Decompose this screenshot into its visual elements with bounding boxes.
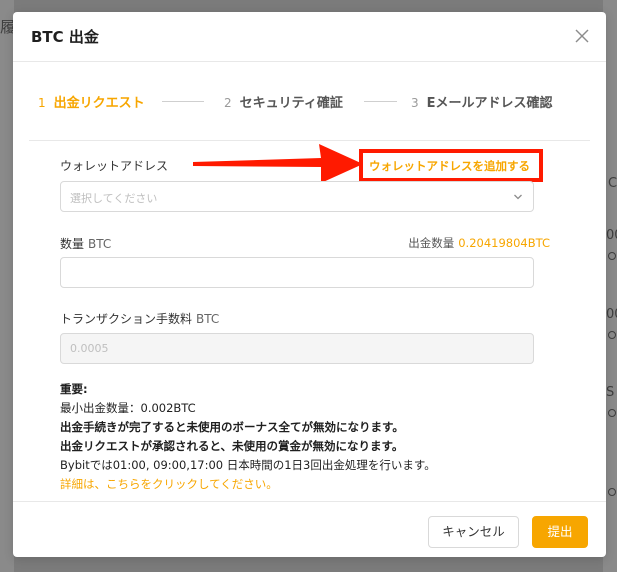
annotation-highlight-box: ウォレットアドレスを追加する [359,149,543,182]
step-connector [162,101,204,102]
note-line: 出金手続きが完了すると未使用のボーナス全てが無効になります。 [60,420,404,434]
step-number: 2 [224,96,232,110]
wallet-address-select[interactable]: 選択してください [60,181,534,212]
step-3: 3 Eメールアドレス確認 [411,92,553,111]
note-line: 最小出金数量：0.002BTC [60,401,196,415]
background-radio [608,331,616,339]
chevron-down-icon [514,194,522,200]
modal-title: BTC 出金 [31,28,99,46]
annotation-arrow [193,144,363,183]
step-label: 出金リクエスト [53,96,145,111]
fee-label: トランザクション手数料 BTC [60,310,219,327]
step-label: Eメールアドレス確認 [426,96,553,111]
notes-heading: 重要: [60,382,88,396]
step-number: 3 [411,96,419,110]
withdraw-modal: BTC 出金 1 出金リクエスト 2 セキュリティ確証 3 Eメールアドレス確認 ウォ… [13,12,606,557]
amount-unit: BTC [88,237,112,251]
available-amount-value[interactable]: 0.20419804BTC [458,236,550,250]
amount-input[interactable] [60,257,534,288]
fee-value: 0.0005 [70,342,109,355]
step-label: セキュリティ確証 [239,96,343,111]
step-2: 2 セキュリティ確証 [224,92,343,111]
note-line: 出金リクエストが承認されると、未使用の賞金が無効になります。 [60,439,404,453]
fee-label-text: トランザクション手数料 [60,312,193,326]
background-text: C [608,176,617,191]
modal-header: BTC 出金 [13,12,606,62]
available-amount: 出金数量 0.20419804BTC [408,235,550,251]
stepper: 1 出金リクエスト 2 セキュリティ確証 3 Eメールアドレス確認 [13,92,606,116]
background-radio [608,252,616,260]
details-link[interactable]: 詳細は、こちらをクリックしてください。 [60,475,560,494]
background-text: 00 [606,307,617,322]
amount-label: 数量 BTC [60,235,111,252]
background-radio [608,409,616,417]
submit-button[interactable]: 提出 [532,516,588,548]
background-text: 00 [606,228,617,243]
modal-footer: キャンセル 提出 [13,501,606,557]
close-icon[interactable] [572,26,592,46]
background-radio [608,488,616,496]
select-placeholder: 選択してください [70,192,158,205]
background-page-left [0,0,14,572]
background-text: S [606,385,615,400]
important-notes: 重要: 最小出金数量：0.002BTC 出金手続きが完了すると未使用のボーナス全… [60,380,560,494]
available-amount-label: 出金数量 [408,236,455,250]
step-number: 1 [38,96,46,110]
cancel-button[interactable]: キャンセル [428,516,519,548]
amount-label-text: 数量 [60,237,85,251]
note-line: Bybitでは01:00, 09:00,17:00 日本時間の1日3回出金処理を… [60,458,436,472]
wallet-address-label: ウォレットアドレス [60,159,169,173]
add-wallet-address-link[interactable]: ウォレットアドレスを追加する [369,158,530,174]
fee-unit: BTC [196,312,220,326]
fee-input: 0.0005 [60,333,534,364]
step-connector [364,101,397,102]
step-1: 1 出金リクエスト [38,92,145,111]
